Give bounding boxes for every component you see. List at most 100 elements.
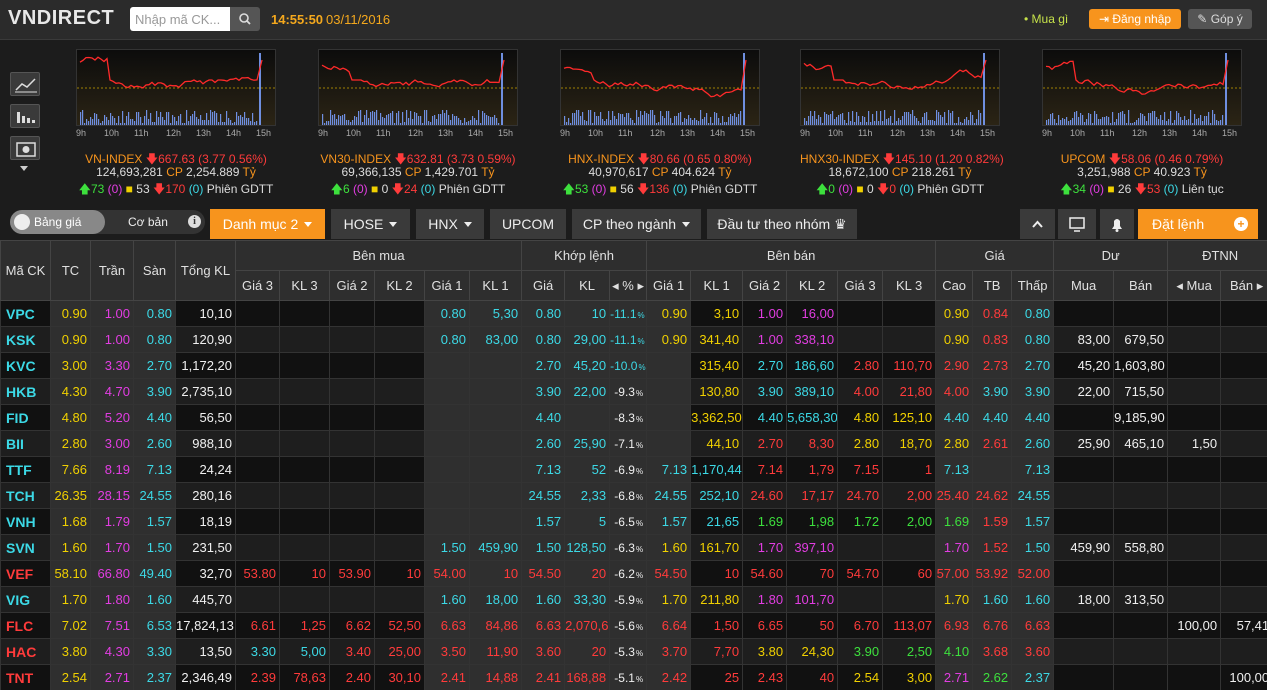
index-card[interactable]: 9h 10h 11h 12h 13h 14h 15h VN30-INDEX 🡇632.81 (… — [318, 40, 519, 206]
search-input[interactable] — [130, 7, 230, 31]
symbol-cell[interactable]: TTF — [0, 456, 51, 483]
volume-bar — [418, 116, 420, 125]
table-row[interactable]: TNT 2.54 2.71 2.37 2,346,49 2.39 78,63 2.40 30,1… — [0, 664, 1267, 690]
tab-dau-tu-theo-nhom[interactable]: Đầu tư theo nhóm ♛ — [707, 209, 857, 239]
toggle-off-label[interactable]: Cơ bản — [128, 210, 168, 234]
index-card[interactable]: 9h 10h 11h 12h 13h 14h 15h HNX-INDEX 🡇80.66 (0.… — [560, 40, 761, 206]
symbol-cell[interactable]: VEF — [0, 560, 51, 587]
tab-cp-theo-nganh[interactable]: CP theo ngành — [572, 209, 701, 239]
symbol-cell[interactable]: HKB — [0, 378, 51, 405]
table-cell: 4.40 — [742, 404, 788, 431]
volume-bar — [104, 115, 106, 125]
volume-bar — [160, 112, 162, 125]
table-row[interactable]: VNH 1.68 1.79 1.57 18,19 1.57 5 -6.5% 1.57 21,65 1… — [0, 508, 1267, 535]
table-cell — [374, 352, 425, 379]
volume-bar — [906, 112, 908, 125]
table-row[interactable]: KVC 3.00 3.30 2.70 1,172,20 2.70 45,20 -10.0% 31… — [0, 352, 1267, 379]
table-row[interactable]: TCH 26.35 28.15 24.55 280,16 24.55 2,33 -6.8% 24… — [0, 482, 1267, 509]
volume-bar — [200, 115, 202, 125]
volume-bar — [452, 114, 454, 125]
time-tick: 10h — [588, 128, 604, 138]
tab-hnx[interactable]: HNX — [416, 209, 484, 239]
symbol-cell[interactable]: HAC — [0, 638, 51, 665]
table-row[interactable]: TTF 7.66 8.19 7.13 24,24 7.13 52 -6.9% 7.13 1,170… — [0, 456, 1267, 483]
camera-button[interactable] — [10, 136, 40, 160]
volume-bar — [942, 117, 944, 125]
symbol-cell[interactable]: TNT — [0, 664, 51, 690]
volume-bar — [856, 112, 858, 125]
volume-bar — [618, 113, 620, 125]
volume-bar — [246, 118, 248, 125]
view-toggle[interactable]: Bảng giá Cơ bản i — [10, 210, 205, 234]
volume-bar — [490, 117, 492, 125]
monitor-button[interactable] — [1058, 209, 1096, 239]
index-card[interactable]: 9h 10h 11h 12h 13h 14h 15h VN-INDEX 🡇667.63 (3.… — [76, 40, 277, 206]
index-volume: 69,366,135 — [341, 165, 402, 179]
volume-bar — [432, 116, 434, 125]
login-button[interactable]: ⇥ Đăng nhập — [1089, 9, 1181, 29]
table-cell: 2.40 — [329, 664, 375, 690]
symbol-cell[interactable]: VPC — [0, 300, 51, 327]
table-cell: 54.60 — [742, 560, 788, 587]
table-row[interactable]: VPC 0.90 1.00 0.80 10,10 0.80 5,30 0.80 10 -11.1%… — [0, 300, 1267, 327]
notification-button[interactable] — [1100, 209, 1134, 239]
volume-bar — [1194, 114, 1196, 125]
table-row[interactable]: FLC 7.02 7.51 6.53 17,824,13 6.61 1,25 6.62 52,5… — [0, 612, 1267, 639]
index-card[interactable]: 9h 10h 11h 12h 13h 14h 15h UPCOM 🡇58.06 (0.46 0… — [1042, 40, 1243, 206]
index-cp-value: 40.923 — [1153, 165, 1191, 179]
volume-bar — [100, 123, 102, 125]
index-card[interactable]: 9h 10h 11h 12h 13h 14h 15h HNX30-INDEX 🡇145.10 … — [800, 40, 1004, 206]
sub-header[interactable]: ◂ % ▸ — [609, 270, 648, 301]
info-icon[interactable]: i — [188, 215, 201, 228]
volume-bar — [1086, 119, 1088, 125]
symbol-cell[interactable]: FLC — [0, 612, 51, 639]
col-symbol[interactable]: Mã CK — [0, 240, 51, 301]
symbol-cell[interactable]: VIG — [0, 586, 51, 613]
table-cell: 4.10 — [935, 638, 974, 665]
symbol-cell[interactable]: KSK — [0, 326, 51, 353]
tab-danh-muc[interactable]: Danh mục 2 — [210, 209, 325, 239]
volume-bar — [492, 117, 494, 125]
expand-icon[interactable] — [20, 166, 28, 171]
sub-header[interactable]: ◂ Mua — [1167, 270, 1222, 301]
index-breadth-line: 🡅53 (0) ■ 56 🡇136 (0) Phiên GDTT — [560, 180, 760, 201]
bar-chart-button[interactable] — [10, 104, 40, 128]
table-cell: 397,10 — [786, 534, 839, 561]
volume-bar — [112, 116, 114, 125]
table-cell — [1053, 482, 1115, 509]
symbol-cell[interactable]: TCH — [0, 482, 51, 509]
symbol-cell[interactable]: SVN — [0, 534, 51, 561]
feedback-button[interactable]: ✎ Góp ý — [1188, 9, 1252, 29]
symbol-cell[interactable]: VNH — [0, 508, 51, 535]
sub-header[interactable]: Bán ▸ — [1220, 270, 1267, 301]
mua-gi-link[interactable]: • Mua gì — [1024, 12, 1068, 26]
table-row[interactable]: BII 2.80 3.00 2.60 988,10 2.60 25,90 -7.1% 44,10… — [0, 430, 1267, 457]
table-cell — [1220, 352, 1267, 379]
logo[interactable]: VNDIRECT — [8, 7, 114, 30]
table-cell: 2.90 — [935, 352, 974, 379]
volume-bar — [580, 116, 582, 125]
table-cell — [1053, 456, 1115, 483]
table-row[interactable]: VIG 1.70 1.80 1.60 445,70 1.60 18,00 1.60 33,30-… — [0, 586, 1267, 613]
search-button[interactable] — [230, 7, 260, 31]
table-row[interactable]: HKB 4.30 4.70 3.90 2,735,10 3.90 22,00 -9.3% 130… — [0, 378, 1267, 405]
symbol-cell[interactable]: BII — [0, 430, 51, 457]
toggle-price-board[interactable]: Bảng giá — [10, 210, 105, 234]
table-row[interactable]: KSK 0.90 1.00 0.80 120,90 0.80 83,00 0.80 29,00-… — [0, 326, 1267, 353]
table-row[interactable]: HAC 3.80 4.30 3.30 13,50 3.30 5,00 3.40 25,00 3.5… — [0, 638, 1267, 665]
tab-upcom[interactable]: UPCOM — [490, 209, 566, 239]
table-cell: 1.68 — [50, 508, 91, 535]
symbol-cell[interactable]: FID — [0, 404, 51, 431]
table-row[interactable]: VEF 58.10 66.80 49.40 32,70 53.80 10 53.90 10 54.… — [0, 560, 1267, 587]
collapse-button[interactable] — [1020, 209, 1055, 239]
volume-bar — [352, 120, 354, 125]
table-row[interactable]: FID 4.80 5.20 4.40 56,50 4.40 -8.3% 3,362,50 4.4… — [0, 404, 1267, 431]
volume-bar — [178, 116, 180, 125]
tab-hose[interactable]: HOSE — [331, 209, 410, 239]
place-order-button[interactable]: Đặt lệnh + — [1138, 209, 1258, 239]
time-tick: 11h — [134, 128, 149, 138]
line-chart-button[interactable] — [10, 72, 40, 96]
symbol-cell[interactable]: KVC — [0, 352, 51, 379]
time-tick: 10h — [346, 128, 362, 138]
table-row[interactable]: SVN 1.60 1.70 1.50 231,50 1.50 459,90 1.50 128,5… — [0, 534, 1267, 561]
